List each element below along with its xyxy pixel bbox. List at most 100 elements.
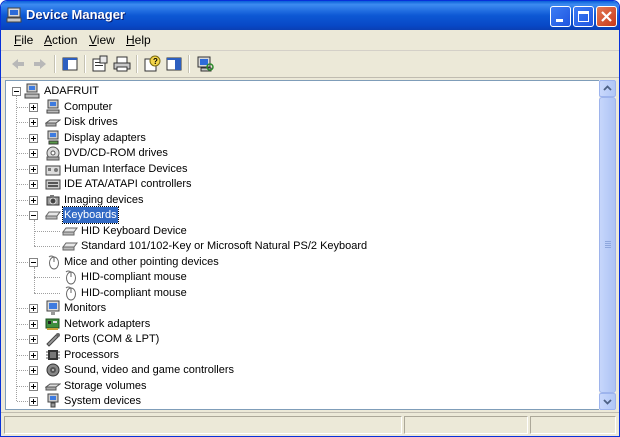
- keyboard-icon: [45, 207, 61, 223]
- tree-node-label[interactable]: Disk drives: [63, 114, 119, 130]
- keyboard-icon: [62, 223, 78, 239]
- device-item[interactable]: HID Keyboard Device: [6, 223, 600, 239]
- expand-toggle[interactable]: [29, 133, 38, 143]
- device-category[interactable]: Storage volumes: [6, 378, 600, 394]
- device-category[interactable]: IDE ATA/ATAPI controllers: [6, 176, 600, 192]
- back-arrow-icon[interactable]: [9, 55, 27, 73]
- expand-toggle[interactable]: [29, 102, 38, 112]
- tree-node-label[interactable]: Ports (COM & LPT): [63, 331, 160, 347]
- print-icon[interactable]: [113, 55, 131, 73]
- device-category[interactable]: Monitors: [6, 300, 600, 316]
- expand-toggle[interactable]: [29, 164, 38, 174]
- collapse-toggle[interactable]: [29, 211, 38, 220]
- collapse-toggle[interactable]: [12, 87, 21, 96]
- hid-icon: [45, 161, 61, 177]
- expand-toggle[interactable]: [29, 366, 38, 375]
- tree-node-label[interactable]: Keyboards: [62, 206, 119, 224]
- scroll-up-button[interactable]: [599, 80, 616, 97]
- device-tree[interactable]: ADAFRUIT Computer Disk drives Display adapt…: [5, 80, 601, 410]
- device-category[interactable]: Sound, video and game controllers: [6, 362, 600, 378]
- forward-arrow-icon[interactable]: [31, 55, 49, 73]
- tree-node-label[interactable]: HID-compliant mouse: [80, 285, 188, 301]
- device-item[interactable]: HID-compliant mouse: [6, 285, 600, 301]
- menu-file[interactable]: File: [14, 33, 33, 47]
- expand-toggle[interactable]: [29, 335, 38, 344]
- tree-node-label[interactable]: Network adapters: [63, 316, 151, 332]
- tree-node-label[interactable]: HID-compliant mouse: [80, 269, 188, 285]
- tree-node-label[interactable]: ADAFRUIT: [43, 83, 100, 99]
- minimize-button[interactable]: [550, 6, 571, 27]
- expand-toggle[interactable]: [29, 149, 38, 158]
- device-category[interactable]: Processors: [6, 347, 600, 363]
- title-bar[interactable]: Device Manager: [1, 1, 619, 30]
- tree-node-label[interactable]: Imaging devices: [63, 192, 145, 208]
- show-hide-action-pane-icon[interactable]: [165, 55, 183, 73]
- expand-toggle[interactable]: [29, 397, 38, 406]
- window-title: Device Manager: [26, 7, 125, 22]
- tree-node-label[interactable]: IDE ATA/ATAPI controllers: [63, 176, 193, 192]
- scroll-down-button[interactable]: [599, 393, 616, 410]
- tree-node-label[interactable]: Sound, video and game controllers: [63, 362, 235, 378]
- expand-toggle[interactable]: [29, 118, 38, 127]
- tree-node-label[interactable]: System devices: [63, 393, 142, 409]
- mouse-icon: [45, 254, 61, 270]
- expand-toggle[interactable]: [29, 381, 38, 391]
- device-item[interactable]: HID-compliant mouse: [6, 269, 600, 285]
- menu-view[interactable]: View: [89, 33, 115, 47]
- status-panel: [404, 416, 528, 434]
- show-hide-console-tree-icon[interactable]: [61, 55, 79, 73]
- tree-node-label[interactable]: Storage volumes: [63, 378, 148, 394]
- toolbar-separator: [84, 55, 86, 73]
- tree-node-label[interactable]: Standard 101/102-Key or Microsoft Natura…: [80, 238, 368, 254]
- keyboard-icon: [62, 238, 78, 254]
- monitor-icon: [45, 300, 61, 316]
- toolbar-separator: [136, 55, 138, 73]
- device-category[interactable]: Mice and other pointing devices: [6, 254, 600, 270]
- device-category[interactable]: Computer: [6, 99, 600, 115]
- expand-toggle[interactable]: [29, 195, 38, 205]
- vertical-scrollbar[interactable]: [599, 80, 616, 410]
- device-category[interactable]: Keyboards: [6, 206, 600, 224]
- device-category[interactable]: Human Interface Devices: [6, 161, 600, 177]
- maximize-button[interactable]: [573, 6, 594, 27]
- toolbar-separator: [188, 55, 190, 73]
- device-category[interactable]: Ports (COM & LPT): [6, 331, 600, 347]
- scan-hardware-icon[interactable]: [196, 55, 214, 73]
- tree-node-label[interactable]: Processors: [63, 347, 120, 363]
- expand-toggle[interactable]: [29, 304, 38, 313]
- device-manager-app-icon[interactable]: [6, 7, 22, 23]
- expand-toggle[interactable]: [29, 180, 38, 189]
- device-category[interactable]: DVD/CD-ROM drives: [6, 145, 600, 161]
- tree-node-label[interactable]: DVD/CD-ROM drives: [63, 145, 169, 161]
- computer-icon: [45, 99, 61, 115]
- mouse-icon: [62, 285, 78, 301]
- expand-toggle[interactable]: [29, 350, 38, 360]
- tree-node-label[interactable]: HID Keyboard Device: [80, 223, 188, 239]
- sound-icon: [45, 362, 61, 378]
- device-category[interactable]: Disk drives: [6, 114, 600, 130]
- device-category[interactable]: Imaging devices: [6, 192, 600, 208]
- tree-node-label[interactable]: Monitors: [63, 300, 107, 316]
- collapse-toggle[interactable]: [29, 257, 38, 267]
- menu-action[interactable]: Action: [44, 33, 77, 47]
- svg-text:?: ?: [153, 57, 158, 66]
- expand-toggle[interactable]: [29, 319, 38, 329]
- scrollbar-thumb[interactable]: [599, 97, 616, 393]
- tree-node-label[interactable]: Mice and other pointing devices: [63, 254, 220, 270]
- device-category[interactable]: System devices: [6, 393, 600, 409]
- menu-help[interactable]: Help: [126, 33, 151, 47]
- menu-bar: File Action View Help: [1, 30, 619, 51]
- device-category[interactable]: Display adapters: [6, 130, 600, 146]
- device-category[interactable]: Network adapters: [6, 316, 600, 332]
- device-category[interactable]: ADAFRUIT: [6, 83, 600, 99]
- minimize-icon: [556, 19, 563, 22]
- close-button[interactable]: [596, 6, 617, 27]
- maximize-icon: [578, 11, 589, 22]
- tree-node-label[interactable]: Human Interface Devices: [63, 161, 189, 177]
- device-item[interactable]: Standard 101/102-Key or Microsoft Natura…: [6, 238, 600, 254]
- close-icon: [601, 11, 612, 22]
- tree-node-label[interactable]: Computer: [63, 99, 113, 115]
- help-icon[interactable]: ?: [143, 55, 161, 73]
- properties-icon[interactable]: [91, 55, 109, 73]
- tree-node-label[interactable]: Display adapters: [63, 130, 147, 146]
